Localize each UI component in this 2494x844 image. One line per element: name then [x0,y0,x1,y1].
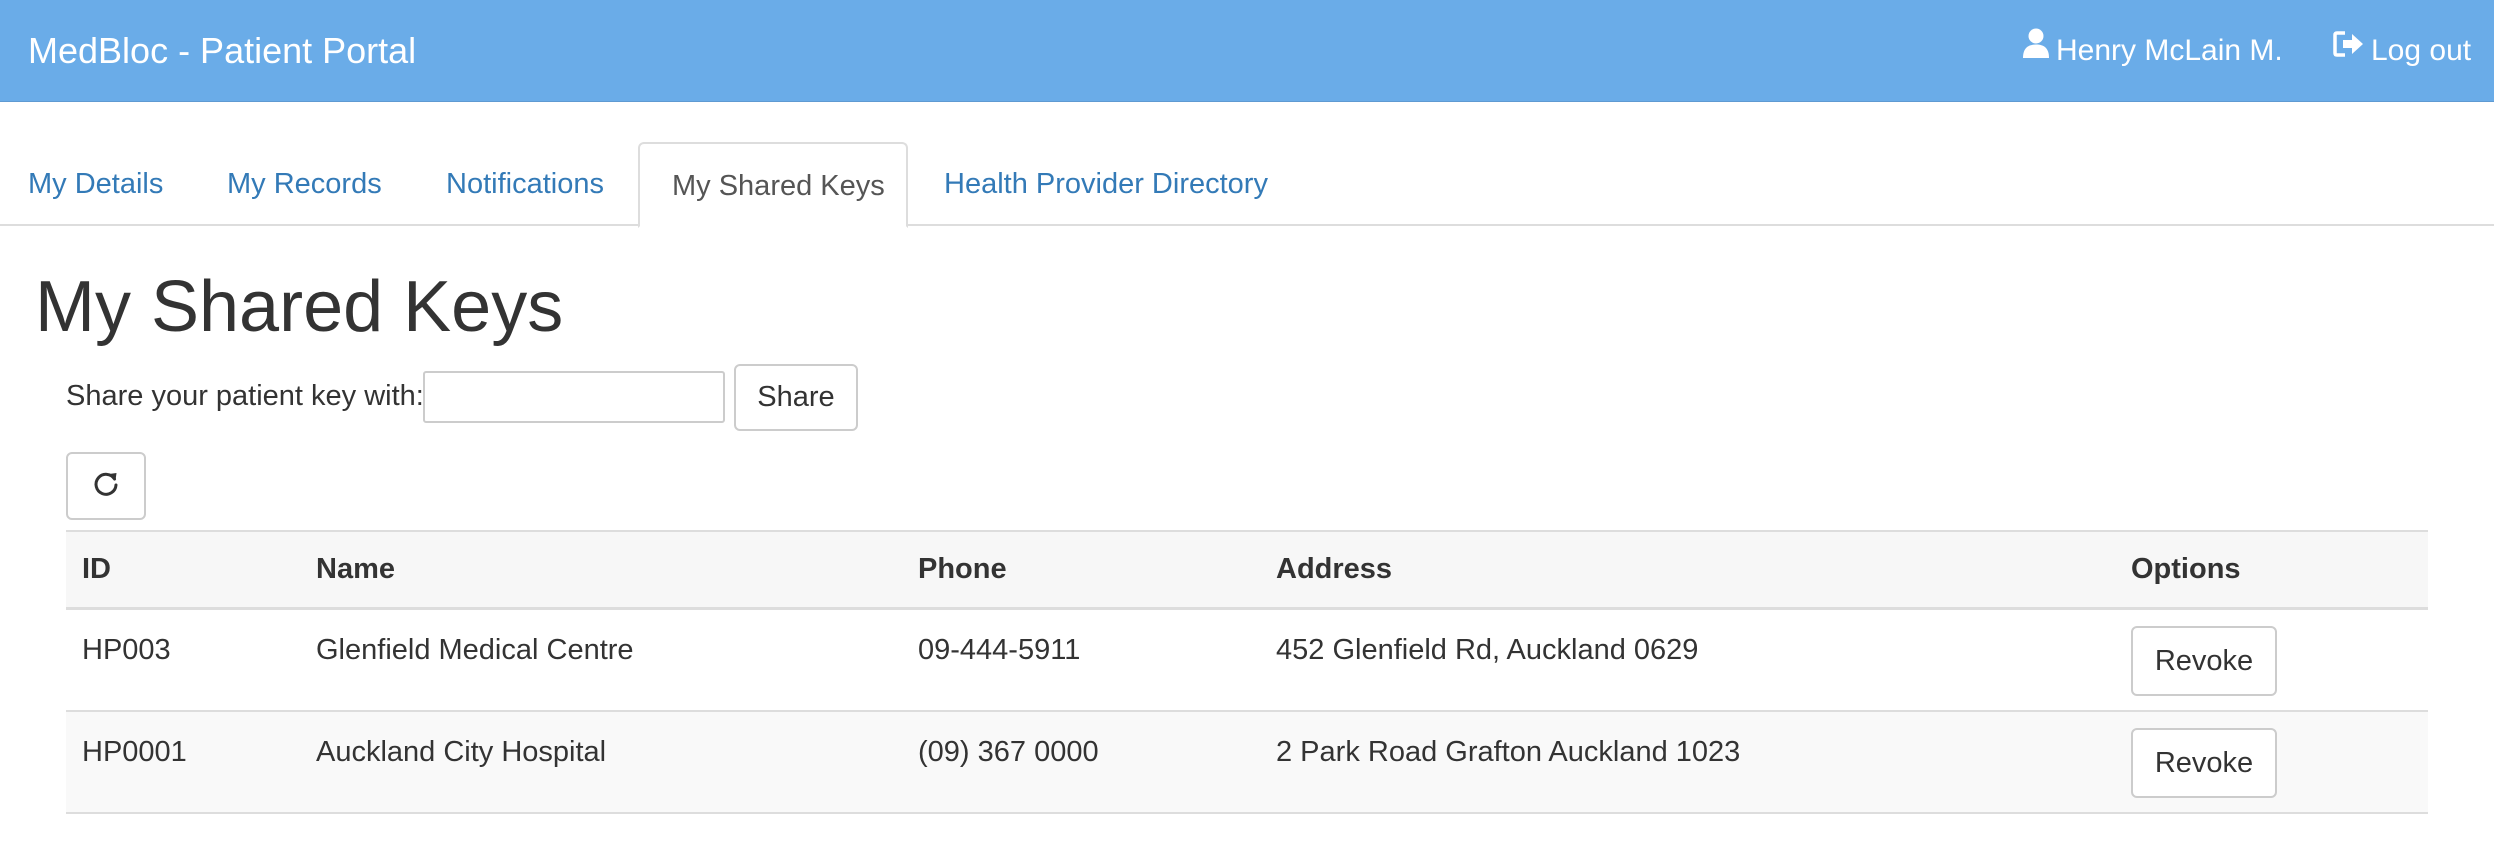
revoke-button[interactable]: Revoke [2131,626,2277,696]
user-menu[interactable]: Henry McLain M. [2022,0,2283,102]
page-title: My Shared Keys [35,267,564,347]
top-navbar: MedBloc - Patient Portal Henry McLain M.… [0,0,2494,102]
cell-address: 2 Park Road Grafton Auckland 1023 [1276,735,1741,768]
table-row: HP003 Glenfield Medical Centre 09-444-59… [66,609,2428,711]
logout-link[interactable]: Log out [2333,0,2471,102]
tab-health-provider-directory[interactable]: Health Provider Directory [944,142,1268,226]
user-name: Henry McLain M. [2056,34,2283,67]
table-row: HP0001 Auckland City Hospital (09) 367 0… [66,710,2428,813]
share-key-input[interactable] [423,371,725,423]
cell-id: HP003 [82,634,171,666]
logout-icon [2333,0,2365,100]
tab-my-shared-keys[interactable]: My Shared Keys [638,142,908,228]
tab-my-records[interactable]: My Records [227,142,382,226]
cell-name: Auckland City Hospital [316,735,607,768]
tab-bar: My Details My Records Notifications My S… [0,142,2494,228]
tab-my-details[interactable]: My Details [28,142,163,226]
header-name: Name [316,553,395,585]
shared-keys-table: ID Name Phone Address Options HP003 Glen… [66,530,2428,814]
share-label: Share your patient key with: [66,380,424,412]
cell-name: Glenfield Medical Centre [316,634,634,666]
cell-phone: 09-444-5911 [918,634,1081,666]
header-address: Address [1276,553,1393,585]
user-icon [2022,0,2050,100]
refresh-icon [92,471,120,503]
share-button[interactable]: Share [734,364,858,431]
cell-options: Revoke [2115,609,2428,711]
refresh-button[interactable] [66,452,146,520]
table-header-row: ID Name Phone Address Options [66,531,2428,609]
tab-notifications[interactable]: Notifications [446,142,604,226]
cell-id: HP0001 [82,735,187,768]
revoke-button[interactable]: Revoke [2131,727,2277,798]
header-phone: Phone [918,553,1007,585]
cell-phone: (09) 367 0000 [918,735,1099,768]
brand-link[interactable]: MedBloc - Patient Portal [28,0,416,102]
cell-options: Revoke [2115,711,2428,813]
header-id: ID [82,553,111,585]
header-options: Options [2131,553,2241,585]
cell-address: 452 Glenfield Rd, Auckland 0629 [1276,634,1699,666]
logout-label: Log out [2371,34,2472,67]
